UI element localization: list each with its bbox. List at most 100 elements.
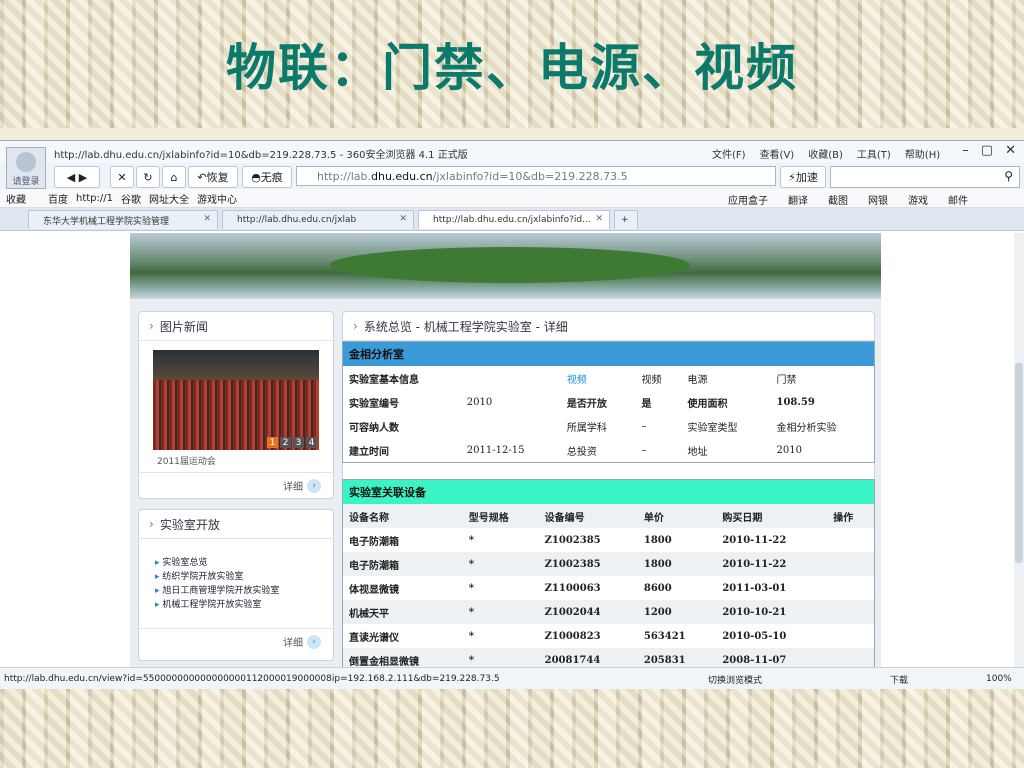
table-row[interactable]: 体视显微镜 * Z1100063 8600 2011-03-01 xyxy=(343,576,874,600)
equipment-cell: 2011-03-01 xyxy=(722,582,787,594)
link-textile-lab[interactable]: 纺织学院开放实验室 xyxy=(155,570,279,584)
link-business-lab[interactable]: 旭日工商管理学院开放实验室 xyxy=(155,584,279,598)
fav-google[interactable]: 谷歌 xyxy=(121,191,141,206)
menu-file[interactable]: 文件(F) xyxy=(712,146,746,161)
info-row: 可容纳人数 所属学科 – 实验室类型 金相分析实验 xyxy=(343,414,874,438)
search-icon[interactable]: ⚲ xyxy=(1004,169,1013,183)
open-lab-links: 实验室总览 纺织学院开放实验室 旭日工商管理学院开放实验室 机械工程学院开放实验… xyxy=(155,556,279,612)
notrace-button[interactable]: ◓ 无痕 xyxy=(242,166,292,188)
info-cell: 是否开放 xyxy=(566,398,607,410)
page-3[interactable]: 3 xyxy=(293,437,304,448)
table-row[interactable]: 直读光谱仪 * Z1000823 563421 2010-05-10 xyxy=(343,624,874,648)
open-lab-title: 实验室开放 xyxy=(159,517,220,532)
info-cell[interactable]: 视频 xyxy=(561,366,636,390)
vertical-scrollbar[interactable] xyxy=(1014,233,1024,667)
fav-baidu[interactable]: 百度 xyxy=(48,191,68,206)
home-button[interactable]: ⌂ xyxy=(162,166,186,188)
notrace-label: 无痕 xyxy=(260,171,283,184)
fav-collect[interactable]: 收藏 xyxy=(6,191,26,206)
news-header: › 图片新闻 xyxy=(139,312,333,341)
breadcrumb: 系统总览 - 机械工程学院实验室 - 详细 xyxy=(363,319,568,334)
menu-bar: 文件(F) 查看(V) 收藏(B) 工具(T) 帮助(H) xyxy=(712,146,940,161)
equipment-cell: 2010-05-10 xyxy=(722,630,787,642)
page-1[interactable]: 1 xyxy=(267,437,278,448)
table-row[interactable]: 机械天平 * Z1002044 1200 2010-10-21 xyxy=(343,600,874,624)
info-cell xyxy=(461,366,561,390)
more-label: 详细 xyxy=(283,638,303,649)
info-row: 建立时间 2011-12-15 总投资 – 地址 2010 xyxy=(343,438,874,462)
scroll-thumb[interactable] xyxy=(1015,363,1023,563)
link-lab-overview[interactable]: 实验室总览 xyxy=(155,556,279,570)
equipment-section: 实验室关联设备 设备名称 型号规格 设备编号 单价 购买日期 操作 电子防潮箱 * Z1002… xyxy=(342,479,875,667)
info-cell[interactable]: 视频 xyxy=(636,366,682,390)
table-row[interactable]: 电子防潮箱 * Z1002385 1800 2010-11-22 xyxy=(343,552,874,576)
chevron-right-icon: › xyxy=(149,319,154,333)
address-bar[interactable]: http://lab. dhu.edu.cn/jxlabinfo?id=10&db… xyxy=(296,166,776,186)
tool-screenshot[interactable]: 截图 xyxy=(828,192,848,207)
refresh-button[interactable]: ↻ xyxy=(136,166,160,188)
info-row: 实验室编号 2010 是否开放 是 使用面积 108.59 xyxy=(343,390,874,414)
back-icon: ◀ ▶ xyxy=(66,170,88,184)
tab-jxlabinfo[interactable]: http://lab.dhu.edu.cn/jxlabinfo?id... ✕ xyxy=(418,210,610,229)
open-more-link[interactable]: 详细 › xyxy=(283,634,321,649)
page-2[interactable]: 2 xyxy=(280,437,291,448)
fav-http1[interactable]: http://1 xyxy=(76,193,113,204)
news-title: 图片新闻 xyxy=(159,319,208,334)
link-mech-lab[interactable]: 机械工程学院开放实验室 xyxy=(155,598,279,612)
tool-translate[interactable]: 翻译 xyxy=(788,192,808,207)
close-icon[interactable]: ✕ xyxy=(1005,143,1016,158)
tool-games[interactable]: 游戏 xyxy=(908,192,928,207)
window-controls: – ▢ ✕ xyxy=(962,143,1016,158)
equipment-cell: * xyxy=(468,534,474,546)
user-avatar[interactable]: 请登录 xyxy=(6,147,46,189)
zoom-level[interactable]: 100% xyxy=(986,674,1012,684)
island-shape xyxy=(330,247,690,283)
speedup-button[interactable]: ⚡ 加速 xyxy=(780,166,826,188)
equipment-cell xyxy=(827,648,874,667)
minimize-icon[interactable]: – xyxy=(962,143,969,158)
stop-button[interactable]: ✕ xyxy=(110,166,134,188)
tool-appbox[interactable]: 应用盒子 xyxy=(728,192,768,207)
info-cell[interactable]: 电源 xyxy=(681,366,770,390)
close-tab-icon[interactable]: ✕ xyxy=(399,214,407,224)
table-row[interactable]: 倒置金相显微镜 * 20081744 205831 2008-11-07 xyxy=(343,648,874,667)
menu-help[interactable]: 帮助(H) xyxy=(905,146,940,161)
equipment-cell: Z1100063 xyxy=(544,582,601,594)
equipment-cell xyxy=(827,600,874,624)
news-photo[interactable]: 1 2 3 4 xyxy=(153,350,319,450)
info-cell: 地址 xyxy=(687,446,708,458)
incognito-icon: ◓ xyxy=(251,170,261,184)
avatar-icon xyxy=(16,152,36,172)
switch-mode-button[interactable]: 切换浏览模式 xyxy=(708,673,762,686)
go-icon: › xyxy=(307,634,321,649)
fav-games[interactable]: 游戏中心 xyxy=(197,191,237,206)
menu-view[interactable]: 查看(V) xyxy=(760,146,795,161)
info-cell: 2010 xyxy=(776,444,802,456)
restore-button[interactable]: ↶ 恢复 xyxy=(188,166,238,188)
restore-icon[interactable]: ▢ xyxy=(981,143,993,158)
info-cell: 实验室基本信息 xyxy=(349,374,419,386)
tool-mail[interactable]: 邮件 xyxy=(948,192,968,207)
tab-jxlab[interactable]: http://lab.dhu.edu.cn/jxlab ✕ xyxy=(222,210,414,229)
search-input[interactable]: ⚲ xyxy=(830,166,1020,188)
tab-lab-management[interactable]: 东华大学机械工程学院实验管理 ✕ xyxy=(28,210,218,229)
address-domain: dhu.edu.cn xyxy=(370,169,433,183)
info-cell[interactable]: 门禁 xyxy=(771,366,874,390)
info-row: 实验室基本信息 视频 视频 电源 门禁 xyxy=(343,366,874,390)
download-button[interactable]: 下载 xyxy=(890,673,908,686)
back-forward-button[interactable]: ◀ ▶ xyxy=(54,166,100,188)
equipment-cell: * xyxy=(468,654,474,666)
tool-bank[interactable]: 网银 xyxy=(868,192,888,207)
page-4[interactable]: 4 xyxy=(306,437,317,448)
table-row[interactable]: 电子防潮箱 * Z1002385 1800 2010-11-22 xyxy=(343,528,874,552)
fav-sites[interactable]: 网址大全 xyxy=(149,191,189,206)
banner-image xyxy=(130,233,881,299)
menu-favorites[interactable]: 收藏(B) xyxy=(808,146,843,161)
close-tab-icon[interactable]: ✕ xyxy=(595,214,603,224)
close-tab-icon[interactable]: ✕ xyxy=(203,214,211,224)
menu-tools[interactable]: 工具(T) xyxy=(857,146,891,161)
new-tab-button[interactable]: + xyxy=(614,210,638,229)
browser-window: 请登录 http://lab.dhu.edu.cn/jxlabinfo?id=1… xyxy=(0,140,1024,689)
equipment-cell: * xyxy=(468,558,474,570)
news-more-link[interactable]: 详细 › xyxy=(283,478,321,493)
